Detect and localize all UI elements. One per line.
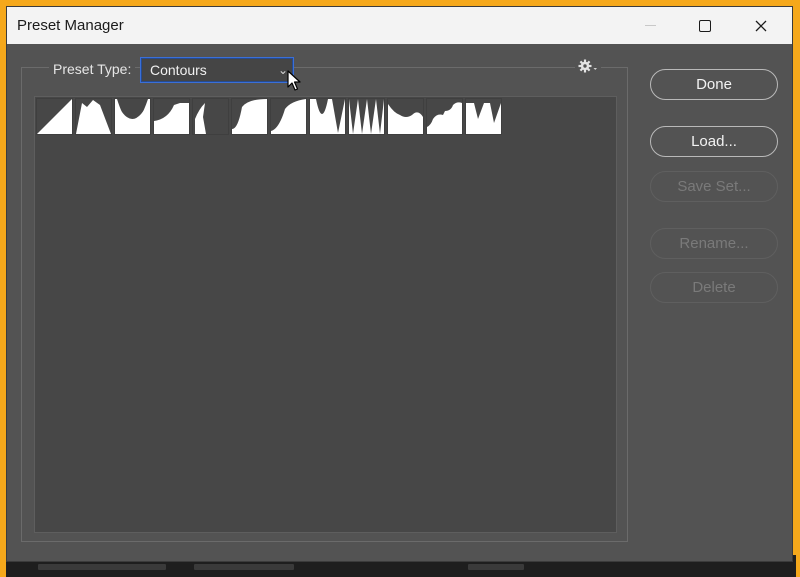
mouse-cursor-icon: [287, 70, 301, 91]
maximize-button[interactable]: [682, 7, 728, 44]
background-text: [468, 564, 524, 570]
contour-rounded-steps[interactable]: [426, 98, 463, 135]
close-button[interactable]: [738, 7, 784, 44]
done-button[interactable]: Done: [650, 69, 778, 100]
preset-manager-dialog: Preset Manager Preset Type: Contours ⌄ D…: [6, 6, 793, 562]
save-set-button[interactable]: Save Set...: [650, 171, 778, 202]
contour-half-round[interactable]: [231, 98, 268, 135]
window-title: Preset Manager: [17, 17, 124, 34]
background-text: [194, 564, 294, 570]
preset-type-dropdown[interactable]: Contours ⌄: [140, 57, 294, 83]
contour-rolling-slope[interactable]: [387, 98, 424, 135]
minimize-icon: [644, 25, 656, 26]
minimize-button[interactable]: [627, 7, 673, 44]
contour-gaussian[interactable]: [192, 98, 229, 135]
contour-cove-shallow[interactable]: [153, 98, 190, 135]
contour-ring[interactable]: [270, 98, 307, 135]
rename-button[interactable]: Rename...: [650, 228, 778, 259]
contour-sawtooth[interactable]: [465, 98, 502, 135]
load-button[interactable]: Load...: [650, 126, 778, 157]
preset-type-value: Contours: [150, 62, 207, 78]
contour-linear[interactable]: [36, 98, 73, 135]
contour-ring-double[interactable]: [309, 98, 346, 135]
preset-type-label: Preset Type:: [49, 61, 136, 77]
delete-button[interactable]: Delete: [650, 272, 778, 303]
contour-cove-deep[interactable]: [114, 98, 151, 135]
background-text: [38, 564, 166, 570]
title-bar: Preset Manager: [7, 7, 792, 44]
contour-cone[interactable]: [75, 98, 112, 135]
gear-menu-button[interactable]: [575, 56, 601, 76]
contour-ring-triple[interactable]: [348, 98, 385, 135]
close-icon: [755, 20, 767, 31]
maximize-icon: [699, 19, 711, 32]
gear-icon: [578, 59, 597, 73]
preset-list[interactable]: [34, 96, 617, 533]
